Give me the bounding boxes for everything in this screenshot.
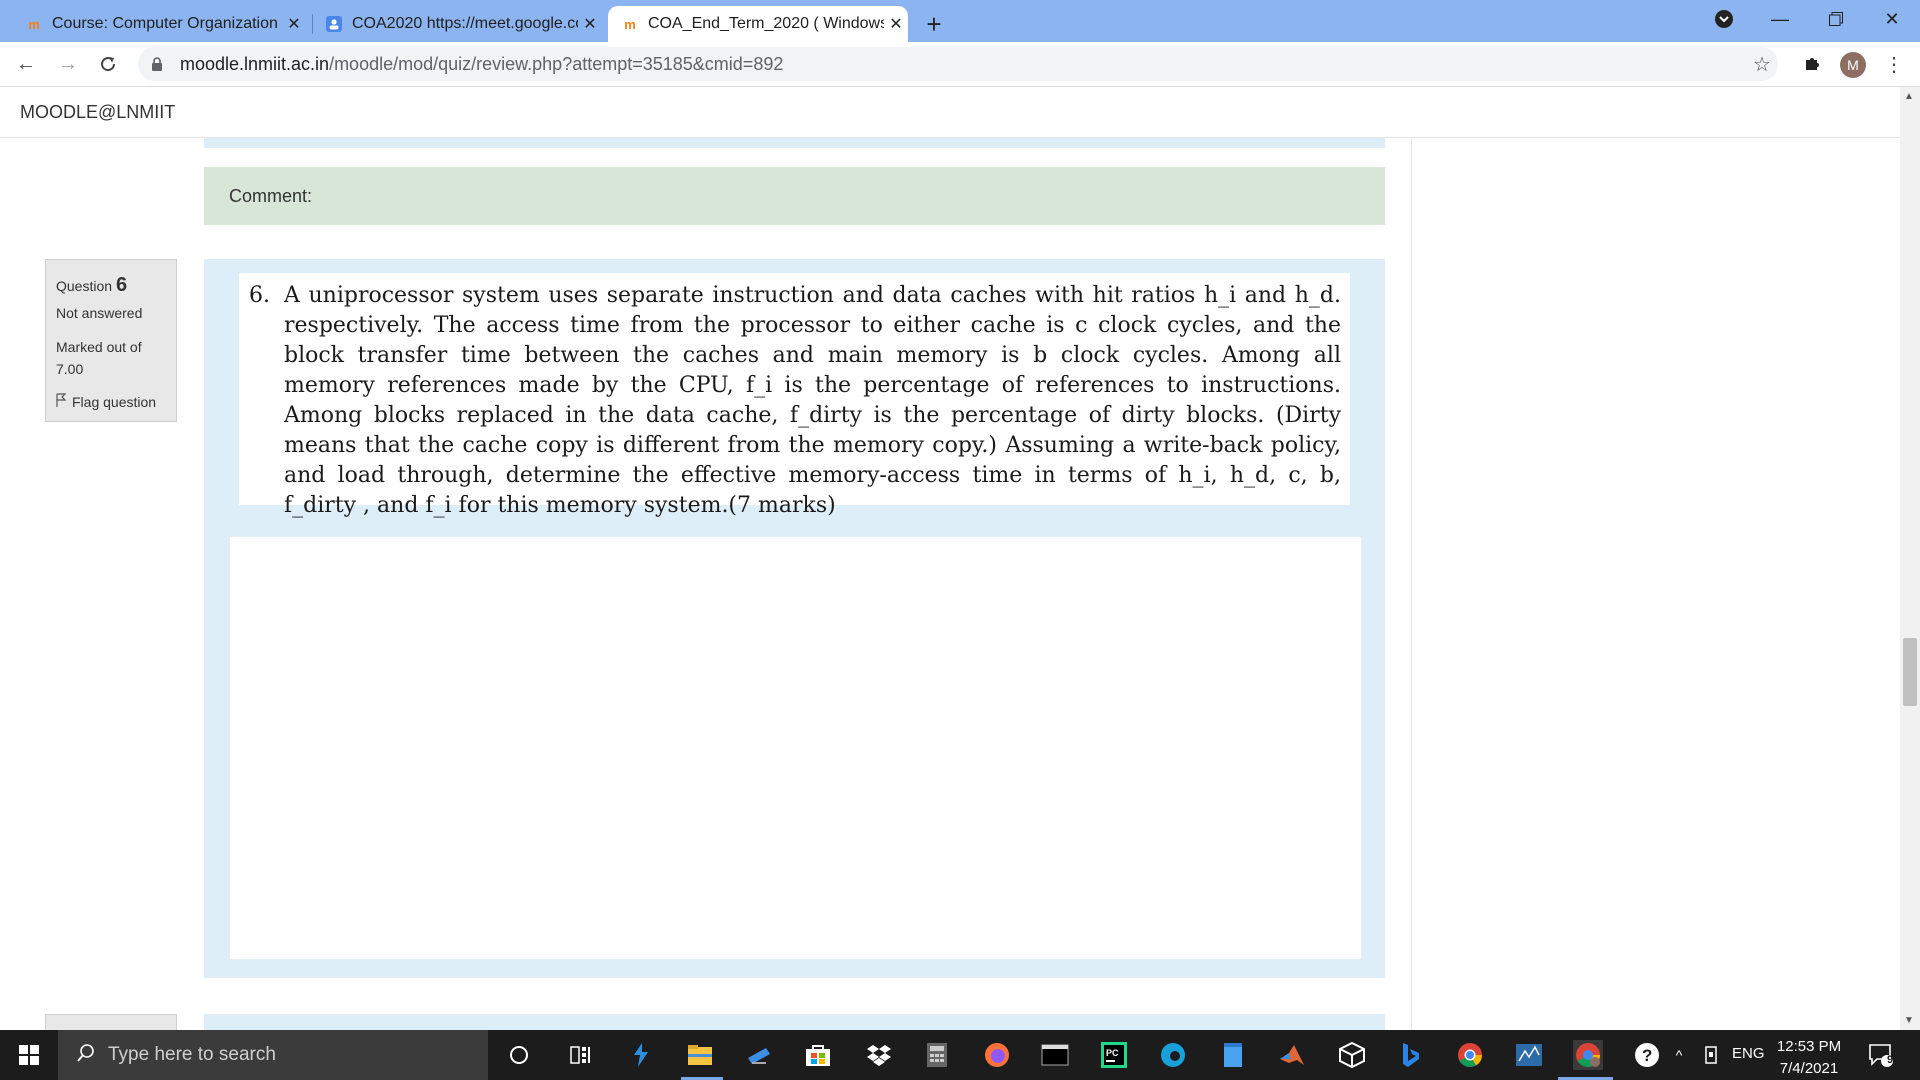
question-text-number: 6. xyxy=(249,283,270,308)
notifications-icon[interactable]: 9 xyxy=(1866,1040,1896,1070)
svg-text:?: ? xyxy=(1642,1046,1652,1065)
question-content: 6. A uniprocessor system uses separate i… xyxy=(204,259,1385,978)
notepad-icon[interactable] xyxy=(1218,1040,1248,1070)
close-icon[interactable]: ✕ xyxy=(578,14,602,34)
sql-developer-icon[interactable] xyxy=(1514,1040,1544,1070)
address-bar[interactable]: moodle.lnmiit.ac.in/moodle/mod/quiz/revi… xyxy=(138,47,1778,81)
tab-title: COA2020 https://meet.google.co xyxy=(352,15,578,32)
question-text-body: A uniprocessor system uses separate inst… xyxy=(284,283,1341,518)
url-path: /moodle/mod/quiz/review.php?attempt=3518… xyxy=(329,53,784,74)
file-explorer-icon[interactable] xyxy=(685,1040,715,1070)
dropbox-icon[interactable] xyxy=(864,1040,894,1070)
calculator-icon[interactable] xyxy=(922,1040,952,1070)
close-window-icon[interactable]: ✕ xyxy=(1864,0,1920,38)
svg-text:PC: PC xyxy=(1106,1048,1119,1058)
question-text-box: 6. A uniprocessor system uses separate i… xyxy=(239,273,1350,518)
restore-icon[interactable] xyxy=(1808,0,1864,38)
page-content: Comment: Question 6 Not answered Marked … xyxy=(0,138,1900,1030)
question-status: Not answered xyxy=(56,305,143,321)
question-number-value: 6 xyxy=(115,274,128,296)
terminal-icon[interactable] xyxy=(1040,1040,1070,1070)
store-icon[interactable] xyxy=(803,1040,833,1070)
bing-icon[interactable] xyxy=(1396,1040,1426,1070)
clock-date: 7/4/2021 xyxy=(1779,1060,1839,1077)
chrome-profile-icon[interactable] xyxy=(1573,1040,1603,1070)
windows-start-icon[interactable] xyxy=(0,1030,58,1080)
menu-kebab-icon[interactable]: ⋮ xyxy=(1878,48,1910,80)
lock-icon xyxy=(150,57,164,71)
tab-search-icon[interactable] xyxy=(1696,0,1752,38)
chrome-icon[interactable] xyxy=(1455,1040,1485,1070)
flag-icon xyxy=(56,393,67,410)
search-icon xyxy=(76,1043,96,1068)
firefox-icon[interactable] xyxy=(982,1040,1012,1070)
extensions-puzzle-icon[interactable] xyxy=(1796,48,1828,80)
question-label: Question xyxy=(56,278,113,294)
virtualbox-icon[interactable] xyxy=(1337,1040,1367,1070)
close-icon[interactable]: ✕ xyxy=(282,14,306,34)
taskbar-search-box[interactable]: Type here to search xyxy=(58,1030,488,1080)
vscode-icon[interactable] xyxy=(626,1040,656,1070)
moodle-favicon-icon: m xyxy=(624,16,636,32)
search-placeholder: Type here to search xyxy=(108,1044,276,1065)
question-text: 6. A uniprocessor system uses separate i… xyxy=(249,281,1341,521)
next-question-content xyxy=(204,1014,1385,1030)
language-indicator[interactable]: ENG xyxy=(1732,1045,1765,1062)
edge-icon[interactable] xyxy=(1158,1040,1188,1070)
profile-avatar[interactable]: M xyxy=(1840,52,1866,78)
flag-label: Flag question xyxy=(72,393,157,410)
tab-title: Course: Computer Organization a xyxy=(52,15,282,32)
url-host: moodle.lnmiit.ac.in xyxy=(180,53,330,74)
moodle-header: MOODLE@LNMIIT xyxy=(0,87,1920,138)
help-icon[interactable]: ? xyxy=(1632,1040,1662,1070)
back-arrow-icon[interactable]: ← xyxy=(10,48,42,80)
tab-title: COA_End_Term_2020 ( Windows I xyxy=(648,15,884,32)
forward-arrow-icon[interactable]: → xyxy=(52,48,84,80)
clock-time: 12:53 PM xyxy=(1776,1038,1842,1055)
question-info-panel: Question 6 Not answered Marked out of 7.… xyxy=(45,259,177,422)
pycharm-icon[interactable]: PC xyxy=(1099,1040,1129,1070)
previous-question-bottom xyxy=(204,138,1385,148)
flag-question-link[interactable]: Flag question xyxy=(56,393,156,410)
minimize-icon[interactable]: — xyxy=(1752,0,1808,38)
matlab-icon[interactable] xyxy=(1277,1040,1307,1070)
page-scrollbar[interactable]: ▲ ▼ xyxy=(1900,87,1920,1030)
clock[interactable]: 12:53 PM 7/4/2021 xyxy=(1774,1036,1844,1080)
notification-count: 9 xyxy=(1887,1054,1894,1066)
moodle-favicon-icon: m xyxy=(28,16,40,32)
scroll-up-arrow-icon[interactable]: ▲ xyxy=(1904,91,1914,102)
comment-box: Comment: xyxy=(204,167,1385,225)
tab-quiz-review[interactable]: m COA_End_Term_2020 ( Windows I ✕ xyxy=(608,6,908,42)
device-icon[interactable] xyxy=(1696,1040,1726,1070)
cortana-icon[interactable] xyxy=(504,1040,534,1070)
comment-label: Comment: xyxy=(229,186,313,206)
answer-textarea[interactable] xyxy=(229,536,1362,960)
network-share-icon[interactable] xyxy=(744,1040,774,1070)
scroll-thumb[interactable] xyxy=(1903,638,1917,706)
tab-course[interactable]: m Course: Computer Organization a ✕ xyxy=(12,6,306,42)
bookmark-star-icon[interactable]: ☆ xyxy=(1746,48,1778,80)
browser-toolbar: ← → moodle.lnmiit.ac.in/moodle/mod/quiz/… xyxy=(0,42,1920,87)
tab-meet[interactable]: COA2020 https://meet.google.co ✕ xyxy=(312,6,602,42)
question-number: Question 6 xyxy=(56,274,127,297)
meet-favicon-icon xyxy=(326,16,342,32)
question-marks: Marked out of 7.00 xyxy=(56,339,142,377)
divider xyxy=(1411,138,1412,1030)
site-name[interactable]: MOODLE@LNMIIT xyxy=(20,102,175,123)
browser-tab-strip: m Course: Computer Organization a ✕ COA2… xyxy=(0,0,1920,42)
chevron-up-icon[interactable]: ^ xyxy=(1664,1040,1694,1070)
new-tab-button[interactable]: + xyxy=(918,8,950,40)
task-view-icon[interactable] xyxy=(566,1040,596,1070)
reload-icon[interactable] xyxy=(92,48,124,80)
scroll-down-arrow-icon[interactable]: ▼ xyxy=(1904,1015,1914,1026)
windows-taskbar: Type here to search PC ? ^ ENG 12:53 PM … xyxy=(0,1030,1920,1080)
next-question-info-panel xyxy=(45,1014,177,1030)
close-icon[interactable]: ✕ xyxy=(884,14,908,34)
